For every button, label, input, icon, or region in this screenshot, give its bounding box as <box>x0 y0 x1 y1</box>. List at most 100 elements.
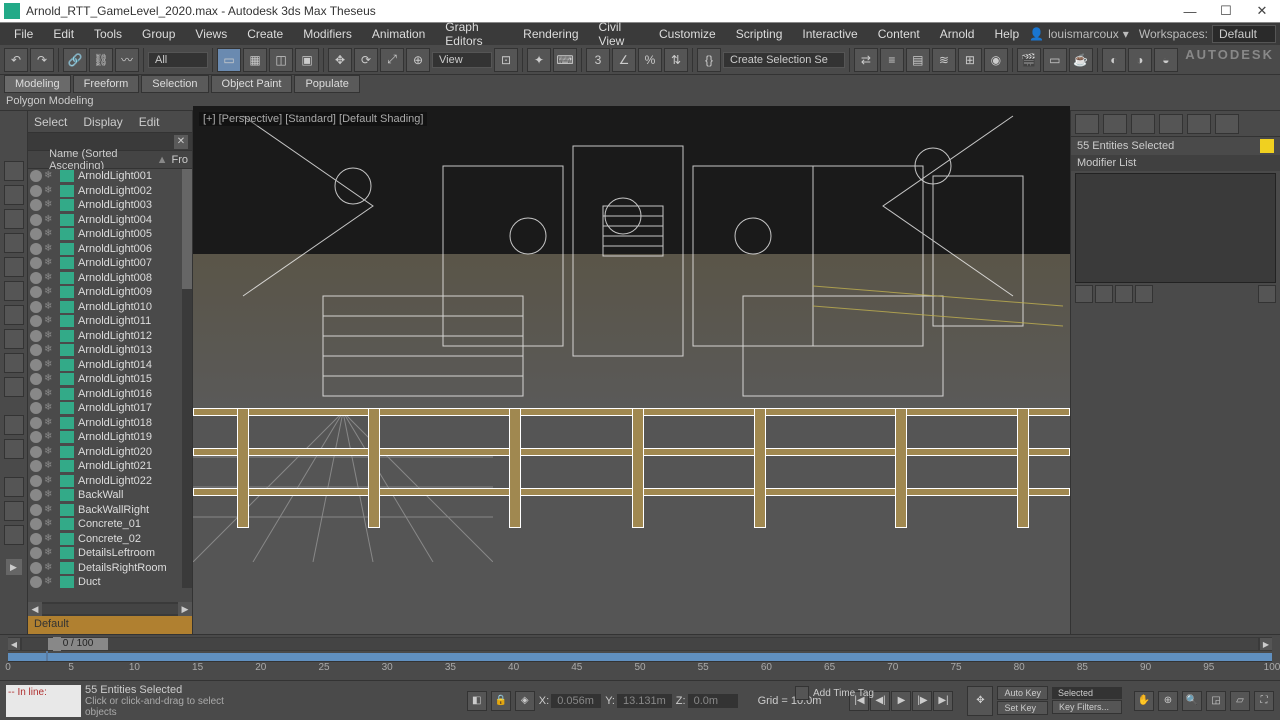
freeze-icon[interactable]: ❄ <box>44 504 56 516</box>
z-coord[interactable]: 0.0m <box>688 694 738 708</box>
select-region-button[interactable]: ◫ <box>269 48 293 72</box>
freeze-icon[interactable]: ❄ <box>44 417 56 429</box>
material-editor-button[interactable]: ◉ <box>984 48 1008 72</box>
tab-populate[interactable]: Populate <box>294 75 359 93</box>
explorer-hscroll[interactable]: ◀▶ <box>28 602 192 616</box>
trackbar[interactable] <box>8 653 1272 661</box>
y-coord[interactable]: 13.131m <box>617 694 672 708</box>
visibility-icon[interactable] <box>30 286 42 298</box>
pin-stack-button[interactable] <box>1075 285 1093 303</box>
named-selection-dropdown[interactable]: Create Selection Se <box>723 52 845 68</box>
utilities-tab-button[interactable] <box>1215 114 1239 134</box>
list-item[interactable]: ❄ArnoldLight014 <box>28 358 182 373</box>
show-end-result-button[interactable] <box>1095 285 1113 303</box>
freeze-icon[interactable]: ❄ <box>44 431 56 443</box>
list-item[interactable]: ❄ArnoldLight002 <box>28 184 182 199</box>
list-item[interactable]: ❄ArnoldLight009 <box>28 285 182 300</box>
explorer-list[interactable]: ❄ArnoldLight001❄ArnoldLight002❄ArnoldLig… <box>28 169 192 602</box>
time-slider[interactable]: ◀ ▶ 0 / 100 <box>8 637 1272 651</box>
menu-interactive[interactable]: Interactive <box>792 24 867 44</box>
list-item[interactable]: ❄ArnoldLight013 <box>28 343 182 358</box>
freeze-icon[interactable]: ❄ <box>44 214 56 226</box>
freeze-icon[interactable]: ❄ <box>44 199 56 211</box>
hierarchy-tab-button[interactable] <box>1131 114 1155 134</box>
angle-snap-button[interactable]: ∠ <box>612 48 636 72</box>
display-tab-button[interactable] <box>1187 114 1211 134</box>
freeze-icon[interactable]: ❄ <box>44 301 56 313</box>
editnamed-button[interactable]: {} <box>697 48 721 72</box>
list-item[interactable]: ❄ArnoldLight007 <box>28 256 182 271</box>
list-item[interactable]: ❄ArnoldLight017 <box>28 401 182 416</box>
time-slider-label[interactable]: 0 / 100 <box>48 638 108 650</box>
menu-file[interactable]: File <box>4 24 43 44</box>
close-button[interactable]: ✕ <box>1248 1 1276 21</box>
menu-help[interactable]: Help <box>984 24 1029 44</box>
expand-handle[interactable]: ▶ <box>6 559 22 575</box>
tab-freeform[interactable]: Freeform <box>73 75 140 93</box>
viewport[interactable]: [+] [Perspective] [Standard] [Default Sh… <box>193 106 1070 634</box>
menu-views[interactable]: Views <box>185 24 237 44</box>
visibility-icon[interactable] <box>30 402 42 414</box>
visibility-icon[interactable] <box>30 257 42 269</box>
nav-fov-button[interactable]: ▱ <box>1230 691 1250 711</box>
freeze-icon[interactable]: ❄ <box>44 475 56 487</box>
redo-button[interactable]: ↷ <box>30 48 54 72</box>
object-color-swatch[interactable] <box>1260 139 1274 153</box>
visibility-icon[interactable] <box>30 576 42 588</box>
modifier-stack[interactable] <box>1075 173 1276 283</box>
motion-tab-button[interactable] <box>1159 114 1183 134</box>
setkey-button[interactable]: Set Key <box>997 701 1048 715</box>
visibility-icon[interactable] <box>30 359 42 371</box>
pivot-button[interactable]: ⊡ <box>494 48 518 72</box>
vr-button[interactable]: ◒ <box>1154 48 1178 72</box>
display-geom-button[interactable] <box>4 185 24 205</box>
maximize-button[interactable]: ☐ <box>1212 1 1240 21</box>
freeze-icon[interactable]: ❄ <box>44 315 56 327</box>
refcoord-dropdown[interactable]: View <box>432 52 492 68</box>
unlink-button[interactable]: ⛓ <box>89 48 113 72</box>
list-item[interactable]: ❄DetailsRightRoom <box>28 561 182 576</box>
visibility-icon[interactable] <box>30 199 42 211</box>
list-item[interactable]: ❄ArnoldLight020 <box>28 445 182 460</box>
percent-snap-button[interactable]: % <box>638 48 662 72</box>
curve-editor-button[interactable]: ≋ <box>932 48 956 72</box>
display-spacewarps-button[interactable] <box>4 305 24 325</box>
freeze-icon[interactable]: ❄ <box>44 576 56 588</box>
display-cameras-button[interactable] <box>4 257 24 277</box>
menu-tools[interactable]: Tools <box>84 24 132 44</box>
next-frame-button[interactable]: |▶ <box>912 691 932 711</box>
keyfilters-button[interactable]: Key Filters... <box>1052 700 1122 714</box>
configure-sets-button[interactable] <box>1258 285 1276 303</box>
list-item[interactable]: ❄Concrete_02 <box>28 532 182 547</box>
list-item[interactable]: ❄ArnoldLight016 <box>28 387 182 402</box>
window-crossing-button[interactable]: ▣ <box>295 48 319 72</box>
scale-button[interactable]: ⤢ <box>380 48 404 72</box>
visibility-icon[interactable] <box>30 388 42 400</box>
menu-modifiers[interactable]: Modifiers <box>293 24 362 44</box>
nav-orbit-button[interactable]: ⊕ <box>1158 691 1178 711</box>
menu-customize[interactable]: Customize <box>649 24 726 44</box>
list-item[interactable]: ❄ArnoldLight004 <box>28 213 182 228</box>
visibility-icon[interactable] <box>30 243 42 255</box>
freeze-icon[interactable]: ❄ <box>44 330 56 342</box>
display-groups-button[interactable] <box>4 329 24 349</box>
visibility-icon[interactable] <box>30 344 42 356</box>
freeze-icon[interactable]: ❄ <box>44 562 56 574</box>
visibility-icon[interactable] <box>30 373 42 385</box>
select-children-button[interactable] <box>4 501 24 521</box>
list-item[interactable]: ❄ArnoldLight015 <box>28 372 182 387</box>
visibility-icon[interactable] <box>30 272 42 284</box>
visibility-icon[interactable] <box>30 518 42 530</box>
tab-objectpaint[interactable]: Object Paint <box>211 75 293 93</box>
isolate-button[interactable]: ◧ <box>467 691 487 711</box>
visibility-icon[interactable] <box>30 214 42 226</box>
list-item[interactable]: ❄BackWallRight <box>28 503 182 518</box>
list-item[interactable]: ❄ArnoldLight003 <box>28 198 182 213</box>
visibility-icon[interactable] <box>30 431 42 443</box>
timeslider-left[interactable]: ◀ <box>8 638 20 650</box>
visibility-icon[interactable] <box>30 562 42 574</box>
arview-button[interactable]: ◐ <box>1102 48 1126 72</box>
visibility-icon[interactable] <box>30 315 42 327</box>
modifier-list-dropdown[interactable]: Modifier List <box>1071 155 1280 171</box>
visibility-icon[interactable] <box>30 475 42 487</box>
